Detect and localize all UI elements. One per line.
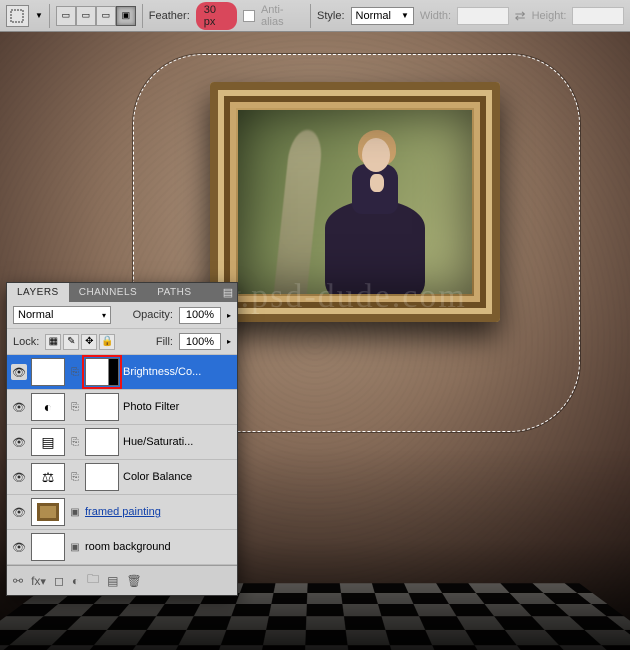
blend-opacity-row: Normal ▾ Opacity: 100% ▸	[7, 302, 237, 329]
visibility-toggle[interactable]: 👁	[11, 539, 27, 555]
layer-brightness-contrast[interactable]: 👁 ☀ ⎘ Brightness/Co...	[7, 355, 237, 390]
rectangular-marquee-icon	[10, 9, 24, 23]
add-mask-icon[interactable]: ◻	[54, 574, 64, 588]
layer-name[interactable]: Color Balance	[123, 471, 233, 483]
tab-channels[interactable]: CHANNELS	[69, 283, 147, 302]
delete-layer-icon[interactable]: 🗑	[127, 574, 142, 588]
link-layers-icon[interactable]: ⚯	[13, 574, 23, 588]
lock-label: Lock:	[13, 336, 39, 348]
layer-name[interactable]: Photo Filter	[123, 401, 233, 413]
new-adjustment-icon[interactable]: ◐	[72, 574, 79, 588]
width-label: Width:	[420, 10, 451, 22]
swap-dimensions-icon: ⇄	[515, 8, 526, 24]
height-input	[572, 7, 624, 25]
adjustment-thumb[interactable]: ☀	[31, 358, 65, 386]
layer-mask-thumb[interactable]	[85, 358, 119, 386]
visibility-toggle[interactable]: 👁	[11, 364, 27, 380]
smart-object-badge: ▣	[69, 507, 81, 518]
layer-name[interactable]: framed painting	[85, 506, 233, 518]
fill-input[interactable]: 100%	[179, 333, 221, 350]
selection-mode-subtract[interactable]: ▭	[96, 6, 116, 26]
width-input	[457, 7, 509, 25]
layer-thumb[interactable]	[31, 533, 65, 561]
style-value: Normal	[356, 10, 391, 22]
opacity-flyout-icon[interactable]: ▸	[227, 311, 231, 320]
selection-mode-new[interactable]: ▭	[56, 6, 76, 26]
marquee-tool-indicator[interactable]	[6, 5, 29, 27]
painting-thumb-icon	[37, 503, 59, 521]
adjustment-thumb[interactable]: ▤	[31, 428, 65, 456]
layer-framed-painting[interactable]: 👁 ▣ framed painting	[7, 495, 237, 530]
feather-label: Feather:	[149, 10, 190, 22]
panel-footer: ⚯ fx▾ ◻ ◐ 🗀 ▤ 🗑	[7, 565, 237, 595]
tab-paths[interactable]: PATHS	[147, 283, 201, 302]
visibility-toggle[interactable]: 👁	[11, 399, 27, 415]
options-bar: ▼ ▭ ▭ ▭ ▣ Feather: 30 px Anti-alias Styl…	[0, 0, 630, 32]
divider	[49, 4, 50, 28]
layer-style-icon[interactable]: fx▾	[31, 574, 46, 588]
panel-menu-icon[interactable]: ▤	[219, 283, 237, 302]
color-balance-icon: ⚖	[42, 469, 55, 486]
layer-hue-saturation[interactable]: 👁 ▤ ⎘ Hue/Saturati...	[7, 425, 237, 460]
lock-transparency-button[interactable]: ▦	[45, 334, 61, 350]
lock-pixels-button[interactable]: ✎	[63, 334, 79, 350]
tool-preset-chevron-icon[interactable]: ▼	[35, 11, 43, 20]
new-group-icon[interactable]: 🗀	[87, 570, 99, 591]
smart-object-badge: ▣	[69, 542, 81, 553]
layer-color-balance[interactable]: 👁 ⚖ ⎘ Color Balance	[7, 460, 237, 495]
adjustment-thumb[interactable]: ◐	[31, 393, 65, 421]
lock-fill-row: Lock: ▦ ✎ ✥ 🔒 Fill: 100% ▸	[7, 329, 237, 355]
mask-link-icon[interactable]: ⎘	[69, 437, 81, 448]
height-label: Height:	[532, 10, 567, 22]
lock-all-button[interactable]: 🔒	[99, 334, 115, 350]
visibility-toggle[interactable]: 👁	[11, 504, 27, 520]
lock-position-button[interactable]: ✥	[81, 334, 97, 350]
fill-label: Fill:	[156, 336, 173, 348]
visibility-toggle[interactable]: 👁	[11, 434, 27, 450]
anti-alias-label: Anti-alias	[261, 4, 304, 28]
layer-room-background[interactable]: 👁 ▣ room background	[7, 530, 237, 565]
divider	[142, 4, 143, 28]
layer-name[interactable]: room background	[85, 541, 233, 553]
divider	[310, 4, 311, 28]
visibility-toggle[interactable]: 👁	[11, 469, 27, 485]
panel-tabs: LAYERS CHANNELS PATHS ▤	[7, 283, 237, 302]
chevron-down-icon: ▼	[401, 11, 409, 20]
tab-layers[interactable]: LAYERS	[7, 283, 69, 303]
selection-mode-intersect[interactable]: ▣	[116, 6, 136, 26]
adjustment-thumb[interactable]: ⚖	[31, 463, 65, 491]
style-label: Style:	[317, 10, 345, 22]
layers-list: 👁 ☀ ⎘ Brightness/Co... 👁 ◐ ⎘ Photo Filte…	[7, 355, 237, 565]
layer-thumb[interactable]	[31, 498, 65, 526]
chevron-down-icon: ▾	[102, 311, 106, 320]
layer-mask-thumb[interactable]	[85, 428, 119, 456]
selection-mode-add[interactable]: ▭	[76, 6, 96, 26]
layer-photo-filter[interactable]: 👁 ◐ ⎘ Photo Filter	[7, 390, 237, 425]
new-layer-icon[interactable]: ▤	[107, 574, 118, 588]
mask-link-icon[interactable]: ⎘	[69, 472, 81, 483]
feather-input[interactable]: 30 px	[196, 2, 238, 30]
blend-mode-value: Normal	[18, 309, 53, 321]
mask-link-icon[interactable]: ⎘	[69, 402, 81, 413]
lock-buttons: ▦ ✎ ✥ 🔒	[45, 334, 115, 350]
fill-flyout-icon[interactable]: ▸	[227, 337, 231, 346]
layer-name[interactable]: Brightness/Co...	[123, 366, 233, 378]
photo-filter-icon: ◐	[44, 399, 52, 415]
mask-link-icon[interactable]: ⎘	[69, 367, 81, 378]
style-select[interactable]: Normal ▼	[351, 7, 414, 25]
opacity-input[interactable]: 100%	[179, 307, 221, 324]
layer-mask-thumb[interactable]	[85, 393, 119, 421]
layer-name[interactable]: Hue/Saturati...	[123, 436, 233, 448]
anti-alias-checkbox	[243, 10, 255, 22]
layer-mask-thumb[interactable]	[85, 463, 119, 491]
hue-saturation-icon: ▤	[41, 434, 54, 451]
brightness-icon: ☀	[42, 364, 55, 381]
layers-panel: LAYERS CHANNELS PATHS ▤ Normal ▾ Opacity…	[6, 282, 238, 596]
opacity-label: Opacity:	[133, 309, 173, 321]
selection-mode-group: ▭ ▭ ▭ ▣	[56, 6, 136, 26]
blend-mode-select[interactable]: Normal ▾	[13, 306, 111, 324]
